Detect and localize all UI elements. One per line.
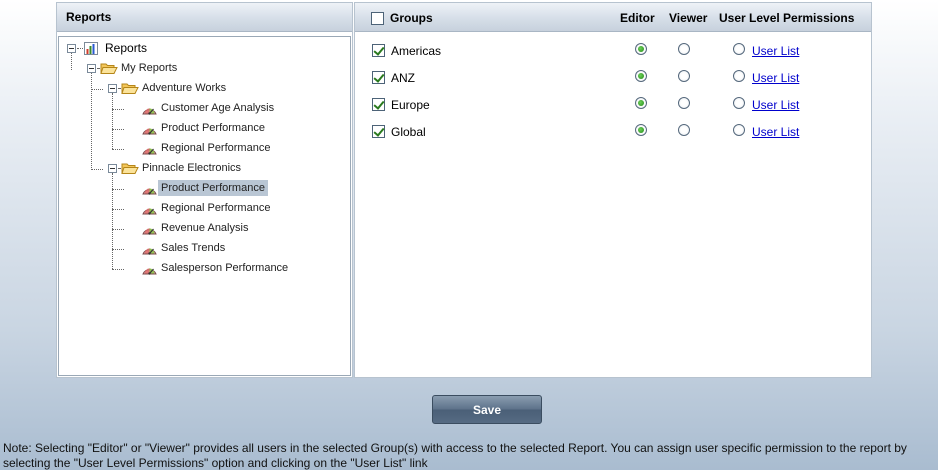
editor-radio[interactable] [635, 97, 647, 109]
user-list-link[interactable]: User List [752, 44, 799, 58]
groups-header: Groups [371, 11, 433, 25]
tree-node-label: Salesperson Performance [161, 262, 289, 274]
report-gauge-icon [141, 201, 158, 216]
tree-connector [112, 149, 124, 150]
report-gauge-icon [141, 101, 158, 116]
tree-node-label: Product Performance [161, 122, 265, 134]
tree-node-report[interactable]: Customer Age Analysis [141, 99, 277, 117]
collapse-icon[interactable] [108, 163, 117, 173]
editor-radio[interactable] [635, 70, 647, 82]
tree-node-label: Customer Age Analysis [161, 102, 275, 114]
tree-node-label: My Reports [121, 62, 178, 74]
user-level-radio[interactable] [733, 43, 745, 55]
tree-node-report[interactable]: Salesperson Performance [141, 259, 291, 277]
collapse-icon[interactable] [87, 63, 96, 73]
collapse-icon[interactable] [108, 83, 117, 93]
viewer-radio[interactable] [678, 124, 690, 136]
group-name: ANZ [391, 71, 415, 85]
report-chart-icon [84, 42, 98, 55]
select-all-groups-checkbox[interactable] [371, 11, 384, 25]
groups-column-header: Groups [390, 11, 433, 25]
tree-connector [91, 169, 103, 170]
tree-connector [112, 109, 124, 110]
report-gauge-icon [141, 221, 158, 236]
tree-node-report[interactable]: Sales Trends [141, 239, 228, 257]
viewer-radio[interactable] [678, 97, 690, 109]
report-gauge-icon [141, 241, 158, 256]
report-gauge-icon [141, 261, 158, 276]
user-list-link[interactable]: User List [752, 125, 799, 139]
reports-panel: Reports Reports My Reports Adventure Wor… [56, 2, 353, 378]
user-list-link[interactable]: User List [752, 71, 799, 85]
editor-radio[interactable] [635, 43, 647, 55]
tree-node-report-selected[interactable]: Product Performance [141, 179, 268, 197]
tree-connector [112, 229, 124, 230]
group-checkbox[interactable] [372, 98, 385, 111]
tree-connector [112, 209, 124, 210]
tree-node-label: Reports [105, 41, 148, 55]
tree-connector [112, 249, 124, 250]
tree-node-label: Revenue Analysis [161, 222, 249, 234]
editor-radio[interactable] [635, 124, 647, 136]
permissions-header: Groups Editor Viewer User Level Permissi… [355, 3, 871, 32]
viewer-radio[interactable] [678, 43, 690, 55]
group-checkbox[interactable] [372, 44, 385, 57]
tree-node-label: Regional Performance [161, 202, 271, 214]
user-level-permissions-column-header: User Level Permissions [719, 11, 855, 25]
user-level-radio[interactable] [733, 97, 745, 109]
tree-node-label: Product Performance [158, 180, 268, 196]
tree-connector [112, 129, 124, 130]
viewer-radio[interactable] [678, 70, 690, 82]
tree-node-root[interactable]: Reports [67, 39, 150, 57]
report-gauge-icon [141, 141, 158, 156]
permissions-note: Note: Selecting "Editor" or "Viewer" pro… [3, 441, 907, 470]
tree-node-my-reports[interactable]: My Reports [87, 59, 180, 77]
folder-open-icon [121, 82, 139, 95]
folder-open-icon [121, 162, 139, 175]
user-list-link[interactable]: User List [752, 98, 799, 112]
group-checkbox[interactable] [372, 71, 385, 84]
tree-node-folder-adventure-works[interactable]: Adventure Works [108, 79, 229, 97]
group-permissions-panel: Groups Editor Viewer User Level Permissi… [354, 2, 872, 378]
tree-node-label: Adventure Works [142, 82, 227, 94]
tree-node-label: Regional Performance [161, 142, 271, 154]
group-row-americas: Americas User List [355, 40, 871, 60]
tree-connector [112, 269, 124, 270]
tree-connector [112, 189, 124, 190]
folder-open-icon [100, 62, 118, 75]
tree-connector [91, 73, 92, 170]
reports-panel-title: Reports [57, 3, 352, 32]
collapse-icon[interactable] [67, 43, 76, 53]
tree-node-label: Pinnacle Electronics [142, 162, 242, 174]
save-button[interactable]: Save [432, 395, 542, 424]
group-name: Europe [391, 98, 430, 112]
viewer-column-header: Viewer [669, 11, 708, 25]
tree-connector [112, 93, 113, 149]
tree-connector [112, 173, 113, 269]
editor-column-header: Editor [620, 11, 655, 25]
group-name: Americas [391, 44, 442, 58]
tree-node-report[interactable]: Regional Performance [141, 139, 273, 157]
tree-node-report[interactable]: Revenue Analysis [141, 219, 251, 237]
report-gauge-icon [141, 121, 158, 136]
tree-connector [91, 89, 103, 90]
user-level-radio[interactable] [733, 124, 745, 136]
user-level-radio[interactable] [733, 70, 745, 82]
group-row-europe: Europe User List [355, 94, 871, 114]
tree-node-report[interactable]: Regional Performance [141, 199, 273, 217]
tree-node-label: Sales Trends [161, 242, 226, 254]
group-name: Global [391, 125, 426, 139]
group-checkbox[interactable] [372, 125, 385, 138]
reports-tree: Reports My Reports Adventure Works Custo… [58, 36, 351, 376]
group-row-global: Global User List [355, 121, 871, 141]
tree-node-folder-pinnacle-electronics[interactable]: Pinnacle Electronics [108, 159, 244, 177]
report-gauge-icon [141, 181, 158, 196]
group-row-anz: ANZ User List [355, 67, 871, 87]
tree-node-report[interactable]: Product Performance [141, 119, 268, 137]
